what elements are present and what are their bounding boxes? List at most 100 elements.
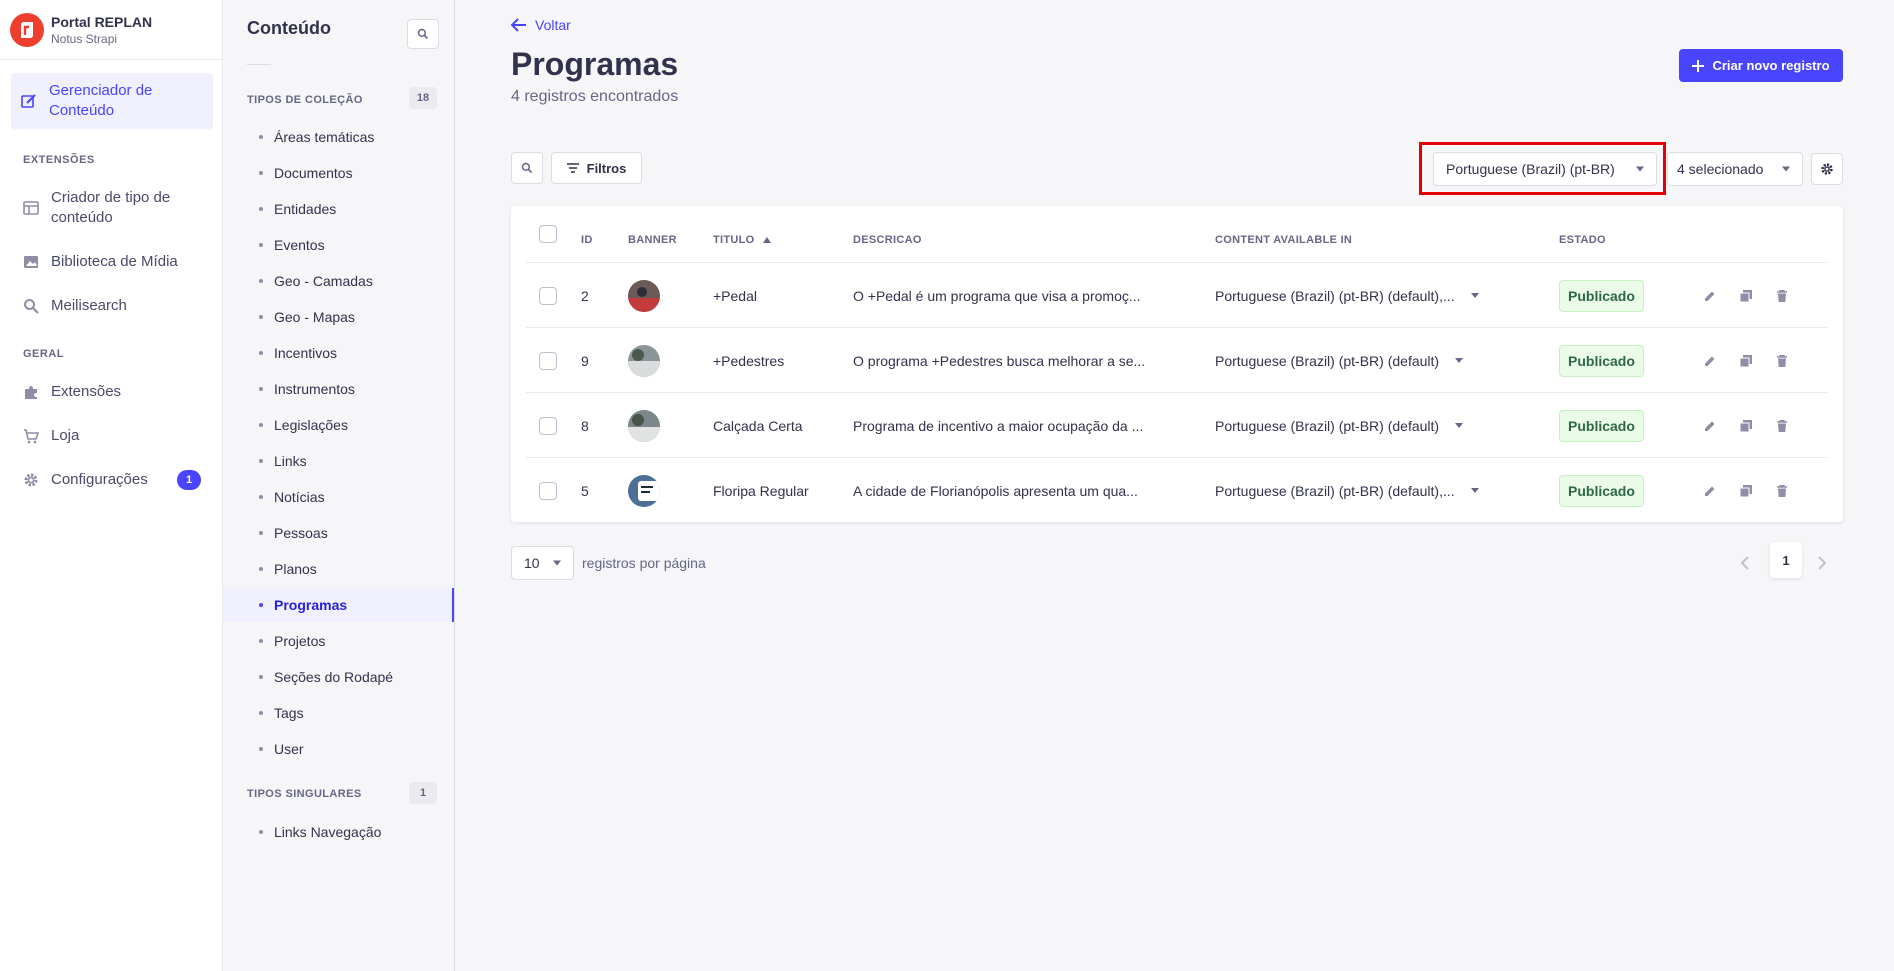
subnav-item-label: Eventos (274, 237, 325, 253)
cell-content-available-in[interactable]: Portuguese (Brazil) (pt-BR) (default),..… (1215, 263, 1479, 328)
filters-button[interactable]: Filtros (551, 152, 642, 184)
subnav-item[interactable]: User (223, 732, 454, 766)
table-row[interactable]: 8 Calçada Certa Programa de incentivo a … (526, 392, 1828, 457)
cell-id: 5 (581, 482, 589, 499)
column-header-banner[interactable]: BANNER (628, 234, 677, 246)
subnav-item[interactable]: Legislações (223, 408, 454, 442)
table-row[interactable]: 2 +Pedal O +Pedal é um programa que visa… (526, 262, 1828, 327)
duplicate-icon[interactable] (1738, 353, 1754, 369)
subnav-search-button[interactable] (407, 19, 439, 49)
nav-item-marketplace[interactable]: Loja (23, 426, 79, 446)
per-page-select[interactable]: 10 (511, 546, 574, 580)
subnav-item-label: Links (274, 453, 307, 469)
column-header-id[interactable]: ID (581, 234, 593, 246)
subnav-item[interactable]: Geo - Camadas (223, 264, 454, 298)
search-button[interactable] (511, 152, 543, 184)
pencil-icon[interactable] (1702, 288, 1718, 304)
divider (247, 64, 271, 65)
next-page-button[interactable] (1810, 550, 1834, 576)
bullet (259, 567, 263, 571)
subnav-item[interactable]: Geo - Mapas (223, 300, 454, 334)
column-header-titulo[interactable]: TITULO (713, 234, 771, 246)
select-all-checkbox[interactable] (539, 225, 557, 243)
chevron-right-icon (1818, 556, 1826, 570)
row-checkbox[interactable] (539, 481, 557, 500)
cell-titulo: +Pedal (713, 287, 757, 304)
nav-section-extensoes: EXTENSÕES (23, 154, 95, 166)
checkbox[interactable] (539, 225, 557, 243)
pencil-icon[interactable] (1702, 483, 1718, 499)
subnav-item[interactable]: Entidades (223, 192, 454, 226)
plus-icon (1692, 59, 1705, 72)
chevron-down-icon (553, 560, 561, 566)
create-new-entry-label: Criar novo registro (1712, 58, 1830, 73)
subnav-item[interactable]: Notícias (223, 480, 454, 514)
nav-item-content-type-builder[interactable]: Criador de tipo de conteúdo (23, 188, 170, 228)
nav-item-media-library[interactable]: Biblioteca de Mídia (23, 252, 178, 272)
table-row[interactable]: 5 Floripa Regular A cidade de Florianópo… (526, 457, 1828, 522)
pencil-icon[interactable] (1702, 418, 1718, 434)
page-button-current[interactable]: 1 (1770, 542, 1802, 578)
subnav-item-active[interactable]: Programas (223, 588, 454, 622)
subnav-item[interactable]: Projetos (223, 624, 454, 658)
gear-icon (1820, 162, 1834, 176)
locale-list: Portuguese (Brazil) (pt-BR) (default),..… (1215, 482, 1455, 499)
subnav-item[interactable]: Seções do Rodapé (223, 660, 454, 694)
nav-item-label: Loja (51, 427, 80, 444)
duplicate-icon[interactable] (1738, 483, 1754, 499)
subnav-item[interactable]: Áreas temáticas (223, 120, 454, 154)
subnav-item-label: Legislações (274, 417, 348, 433)
trash-icon[interactable] (1774, 483, 1790, 499)
cell-content-available-in[interactable]: Portuguese (Brazil) (pt-BR) (default) (1215, 393, 1464, 458)
subnav-item[interactable]: Instrumentos (223, 372, 454, 406)
cell-content-available-in[interactable]: Portuguese (Brazil) (pt-BR) (default),..… (1215, 458, 1479, 523)
cell-descricao: Programa de incentivo a maior ocupação d… (853, 417, 1144, 434)
cell-titulo: Calçada Certa (713, 417, 803, 434)
nav-item-meilisearch[interactable]: Meilisearch (23, 296, 127, 316)
column-header-estado[interactable]: ESTADO (1559, 234, 1606, 246)
column-header-descricao[interactable]: DESCRICAO (853, 234, 922, 246)
list-settings-button[interactable] (1811, 153, 1843, 185)
collection-types-count: 18 (409, 87, 437, 109)
nav-item-plugins[interactable]: Extensões (23, 382, 121, 402)
subnav-item[interactable]: Links Navegação (223, 815, 454, 849)
brand-subtitle: Notus Strapi (51, 31, 118, 46)
cell-descricao: O programa +Pedestres busca melhorar a s… (853, 352, 1146, 369)
columns-select[interactable]: 4 selecionado (1667, 152, 1803, 186)
column-header-content-available-in[interactable]: CONTENT AVAILABLE IN (1215, 234, 1352, 246)
row-checkbox[interactable] (539, 286, 557, 305)
duplicate-icon[interactable] (1738, 418, 1754, 434)
subnav-item[interactable]: Planos (223, 552, 454, 586)
shopping-cart-icon (23, 428, 39, 444)
trash-icon[interactable] (1774, 353, 1790, 369)
subnav-item[interactable]: Documentos (223, 156, 454, 190)
puzzle-icon (23, 384, 39, 400)
create-new-entry-button[interactable]: Criar novo registro (1679, 49, 1843, 82)
bullet (259, 675, 263, 679)
trash-icon[interactable] (1774, 288, 1790, 304)
row-checkbox[interactable] (539, 351, 557, 370)
cell-content-available-in[interactable]: Portuguese (Brazil) (pt-BR) (default) (1215, 328, 1464, 393)
duplicate-icon[interactable] (1738, 288, 1754, 304)
subnav-item[interactable]: Tags (223, 696, 454, 730)
subnav-item[interactable]: Incentivos (223, 336, 454, 370)
subnav-item[interactable]: Links (223, 444, 454, 478)
pencil-icon[interactable] (1702, 353, 1718, 369)
locale-select[interactable]: Portuguese (Brazil) (pt-BR) (1433, 152, 1657, 186)
cell-descricao: O +Pedal é um programa que visa a promoç… (853, 287, 1141, 304)
subnav-item[interactable]: Pessoas (223, 516, 454, 550)
bullet (259, 279, 263, 283)
collection-types-heading: TIPOS DE COLEÇÃO (247, 94, 363, 106)
arrow-left-icon (511, 18, 527, 32)
nav-item-settings[interactable]: Configurações (23, 470, 148, 490)
row-checkbox[interactable] (539, 416, 557, 435)
bullet (259, 711, 263, 715)
brand[interactable]: Portal REPLAN Notus Strapi (0, 0, 222, 60)
nav-item-content-manager[interactable]: Gerenciador de Conteúdo (11, 73, 213, 129)
back-link[interactable]: Voltar (511, 17, 571, 33)
subnav-item[interactable]: Eventos (223, 228, 454, 262)
banner-thumbnail (628, 344, 660, 377)
previous-page-button[interactable] (1733, 550, 1757, 576)
table-row[interactable]: 9 +Pedestres O programa +Pedestres busca… (526, 327, 1828, 392)
trash-icon[interactable] (1774, 418, 1790, 434)
